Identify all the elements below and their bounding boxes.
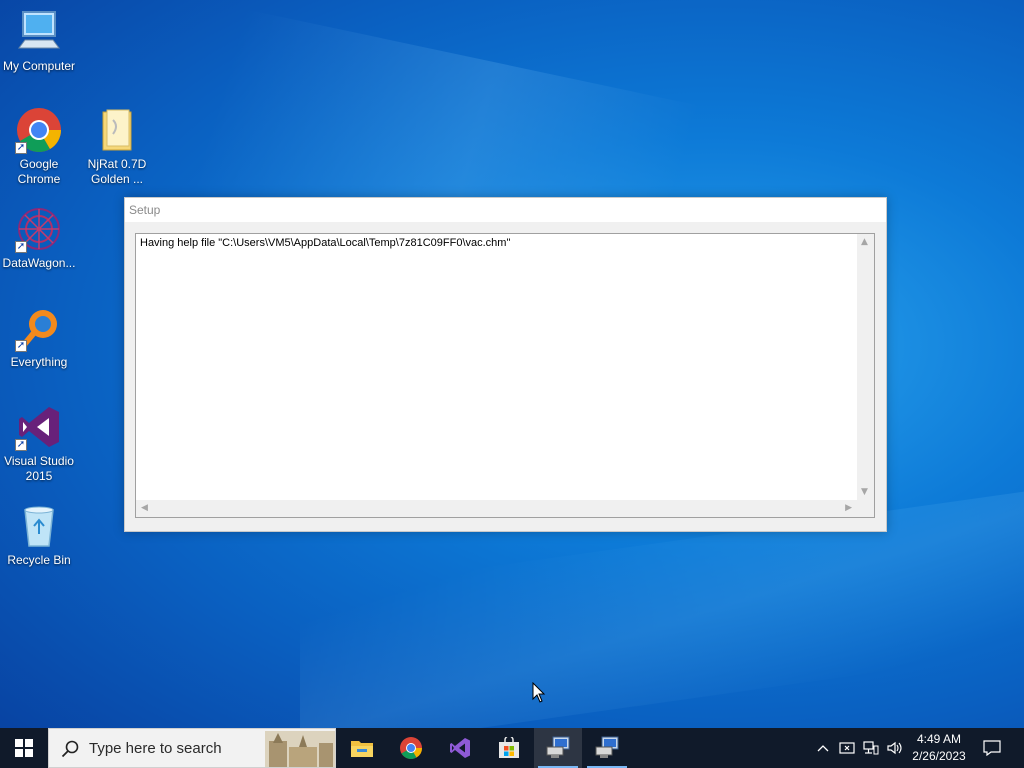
desktop-icon-label: NjRat 0.7D Golden ... bbox=[87, 157, 147, 186]
visual-studio-icon: ➚ bbox=[15, 403, 63, 451]
taskbar-setup-app[interactable] bbox=[583, 728, 631, 768]
desktop-icon-njrat[interactable]: NjRat 0.7D Golden ... bbox=[78, 106, 156, 187]
desktop-icon-recycle-bin[interactable]: Recycle Bin bbox=[0, 502, 78, 568]
microsoft-store-icon bbox=[499, 737, 519, 758]
desktop-icon-visual-studio[interactable]: ➚ Visual Studio 2015 bbox=[0, 403, 78, 484]
visual-studio-icon bbox=[450, 738, 470, 758]
search-icon bbox=[61, 740, 79, 758]
desktop-icon-google-chrome[interactable]: ➚ Google Chrome bbox=[0, 106, 78, 187]
window-title[interactable]: Setup bbox=[125, 198, 886, 222]
desktop-icon-my-computer[interactable]: My Computer bbox=[0, 8, 78, 74]
show-hidden-icons-button[interactable] bbox=[812, 728, 834, 768]
scroll-down-icon[interactable]: ▼ bbox=[861, 487, 868, 497]
desktop-icon-label: Everything bbox=[10, 355, 68, 369]
taskbar-setup-app-active[interactable] bbox=[534, 728, 582, 768]
desktop-icon-label: Google Chrome bbox=[17, 157, 61, 186]
notification-icon bbox=[983, 740, 1001, 756]
scroll-right-icon[interactable]: ▶ bbox=[845, 503, 852, 513]
setup-app-icon bbox=[546, 736, 570, 758]
setup-log-textbox[interactable]: Having help file "C:\Users\VM5\AppData\L… bbox=[135, 233, 875, 518]
scroll-left-icon[interactable]: ◀ bbox=[141, 503, 148, 513]
taskbar-clock[interactable]: 4:49 AM 2/26/2023 bbox=[906, 731, 972, 765]
taskbar-chrome[interactable] bbox=[387, 728, 435, 768]
scroll-up-icon[interactable]: ▲ bbox=[861, 237, 868, 247]
speaker-icon bbox=[887, 741, 902, 755]
taskbar-visual-studio[interactable] bbox=[436, 728, 484, 768]
horizontal-scrollbar[interactable]: ◀ ▶ bbox=[136, 500, 857, 517]
network-icon bbox=[863, 741, 879, 755]
chevron-up-icon bbox=[817, 745, 829, 752]
datawagon-icon: ➚ bbox=[15, 205, 63, 253]
setup-app-icon bbox=[595, 736, 619, 758]
folder-icon bbox=[93, 106, 141, 154]
tray-volume-button[interactable] bbox=[884, 728, 906, 768]
recycle-bin-icon bbox=[15, 502, 63, 550]
taskbar-search-box[interactable]: Type here to search bbox=[48, 728, 336, 768]
taskbar: Type here to search 4:49 AM 2/26/2023 bbox=[0, 728, 1024, 768]
security-center-icon bbox=[839, 742, 855, 754]
desktop-icon-label: DataWagon... bbox=[2, 256, 76, 270]
file-explorer-icon bbox=[351, 741, 373, 757]
setup-log-text: Having help file "C:\Users\VM5\AppData\L… bbox=[140, 237, 511, 249]
everything-search-icon: ➚ bbox=[15, 304, 63, 352]
taskbar-file-explorer[interactable] bbox=[338, 728, 386, 768]
action-center-button[interactable] bbox=[978, 728, 1006, 768]
setup-window[interactable]: Setup Having help file "C:\Users\VM5\App… bbox=[124, 197, 887, 532]
scrollbar-corner bbox=[857, 500, 874, 517]
search-highlight-image-icon bbox=[265, 731, 335, 767]
clock-date: 2/26/2023 bbox=[912, 749, 966, 763]
taskbar-microsoft-store[interactable] bbox=[485, 728, 533, 768]
search-placeholder: Type here to search bbox=[89, 740, 222, 757]
chrome-icon: ➚ bbox=[15, 106, 63, 154]
desktop-icon-everything[interactable]: ➚ Everything bbox=[0, 304, 78, 370]
start-button[interactable] bbox=[0, 728, 48, 768]
chrome-icon bbox=[400, 737, 422, 759]
clock-time: 4:49 AM bbox=[916, 732, 962, 746]
desktop-icon-label: Visual Studio 2015 bbox=[4, 454, 74, 483]
tray-network-button[interactable] bbox=[860, 728, 882, 768]
tray-security-icon-button[interactable] bbox=[836, 728, 858, 768]
mouse-cursor-icon bbox=[532, 682, 546, 703]
desktop-icon-label: My Computer bbox=[2, 59, 76, 73]
vertical-scrollbar[interactable]: ▲ ▼ bbox=[857, 234, 874, 500]
computer-icon bbox=[15, 8, 63, 56]
desktop-icon-label: Recycle Bin bbox=[7, 553, 71, 567]
windows-logo-icon bbox=[15, 739, 33, 757]
desktop-icon-datawagon[interactable]: ➚ DataWagon... bbox=[0, 205, 78, 271]
